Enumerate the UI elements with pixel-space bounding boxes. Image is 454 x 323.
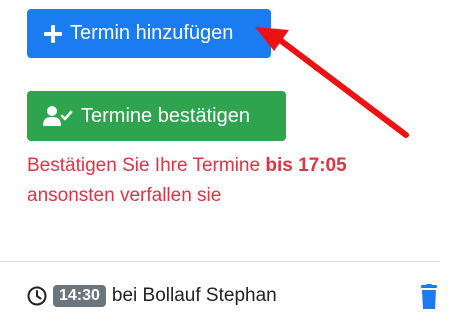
notice-text: Bestätigen Sie Ihre Termine <box>27 155 266 176</box>
appointment-row: 14:30 bei Bollauf Stephan <box>27 280 441 312</box>
divider <box>0 261 440 262</box>
clock-icon <box>27 286 47 306</box>
notice-deadline: bis 17:05 <box>265 155 347 176</box>
user-check-icon <box>43 106 73 126</box>
add-appointment-button[interactable]: Termin hinzufügen <box>27 9 271 58</box>
time-badge: 14:30 <box>53 285 106 307</box>
confirm-appointments-label: Termine bestätigen <box>81 104 250 127</box>
add-appointment-label: Termin hinzufügen <box>70 22 234 44</box>
page: Termin hinzufügen Termine bestätigen Bes… <box>0 0 454 323</box>
notice-line-1: Bestätigen Sie Ihre Termine bis 17:05 <box>27 151 437 181</box>
plus-icon <box>44 24 62 43</box>
notice-line-2: ansonsten verfallen sie <box>27 185 222 206</box>
appointment-text: bei Bollauf Stephan <box>111 285 277 306</box>
confirm-appointments-button[interactable]: Termine bestätigen <box>27 91 286 141</box>
deadline-notice: Bestätigen Sie Ihre Termine bis 17:05 an… <box>27 151 437 211</box>
trash-icon[interactable] <box>417 284 441 310</box>
